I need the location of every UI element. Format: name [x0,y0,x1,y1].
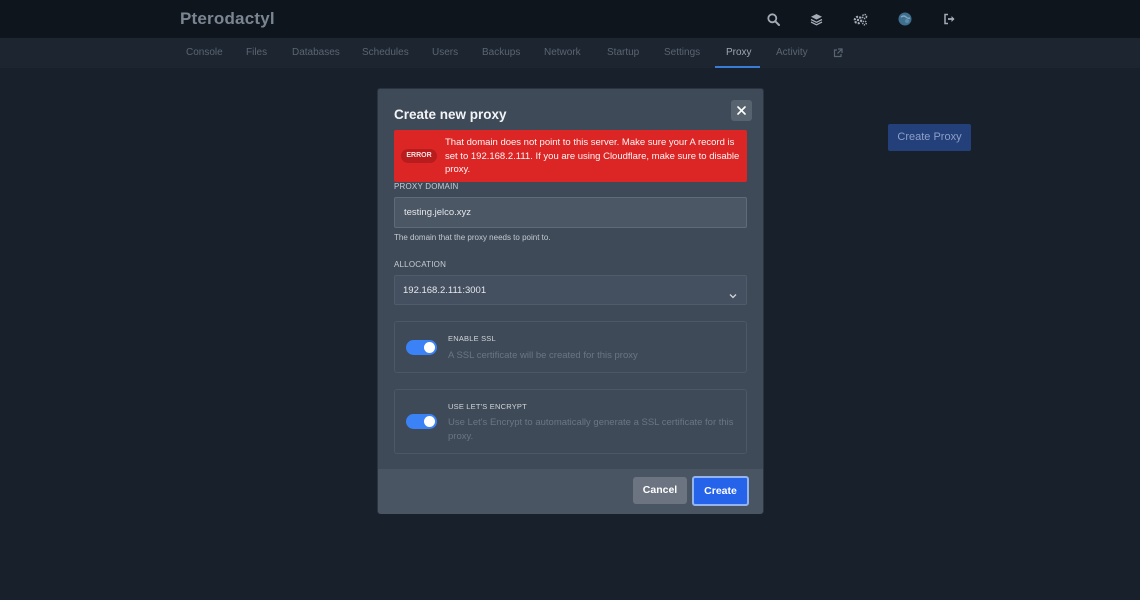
error-alert: ERROR That domain does not point to this… [394,130,747,182]
tab-schedules[interactable]: Schedules [362,38,409,68]
cancel-button[interactable]: Cancel [633,477,687,504]
proxy-domain-input[interactable] [394,197,747,228]
tab-network[interactable]: Network [544,38,581,68]
top-header: Pterodactyl [0,0,1140,38]
letsencrypt-title: USE LET'S ENCRYPT [448,402,527,411]
search-icon[interactable] [764,10,782,28]
tab-startup[interactable]: Startup [607,38,639,68]
tab-settings[interactable]: Settings [664,38,700,68]
enable-ssl-title: ENABLE SSL [448,334,496,343]
tab-databases[interactable]: Databases [292,38,340,68]
enable-ssl-description: A SSL certificate will be created for th… [448,350,638,361]
enable-ssl-toggle[interactable] [406,340,437,355]
tab-files[interactable]: Files [246,38,267,68]
toggle-knob [424,416,435,427]
tab-backups[interactable]: Backups [482,38,520,68]
letsencrypt-toggle[interactable] [406,414,437,429]
close-button[interactable] [731,100,752,121]
layers-icon[interactable] [807,10,825,28]
cogs-icon[interactable] [851,10,869,28]
toggle-knob [424,342,435,353]
letsencrypt-description: Use Let's Encrypt to automatically gener… [448,417,734,442]
avatar[interactable] [896,10,914,28]
tab-console[interactable]: Console [186,38,223,68]
brand-logo[interactable]: Pterodactyl [180,9,275,29]
error-badge: ERROR [401,149,437,163]
error-message: That domain does not point to this serve… [445,137,740,175]
chevron-down-icon [729,286,737,304]
tab-users[interactable]: Users [432,38,458,68]
allocation-label: ALLOCATION [394,260,447,269]
enable-ssl-card: ENABLE SSL A SSL certificate will be cre… [394,321,747,373]
close-icon [737,102,746,120]
modal-title: Create new proxy [394,107,507,122]
tab-proxy[interactable]: Proxy [715,38,760,68]
server-nav: Console Files Databases Schedules Users … [0,38,1140,68]
sign-out-icon[interactable] [940,10,958,28]
create-button[interactable]: Create [692,476,749,506]
allocation-select[interactable]: 192.168.2.111:3001 [394,275,747,305]
create-proxy-modal: Create new proxy ERROR That domain does … [377,88,764,514]
proxy-domain-helper: The domain that the proxy needs to point… [394,233,551,242]
allocation-value: 192.168.2.111:3001 [403,285,487,296]
proxy-domain-label: PROXY DOMAIN [394,182,459,191]
tab-activity[interactable]: Activity [776,38,808,68]
modal-footer: Cancel Create [378,469,763,514]
create-proxy-button[interactable]: Create Proxy [888,124,971,151]
letsencrypt-card: USE LET'S ENCRYPT Use Let's Encrypt to a… [394,389,747,454]
external-link-icon[interactable] [833,48,843,58]
